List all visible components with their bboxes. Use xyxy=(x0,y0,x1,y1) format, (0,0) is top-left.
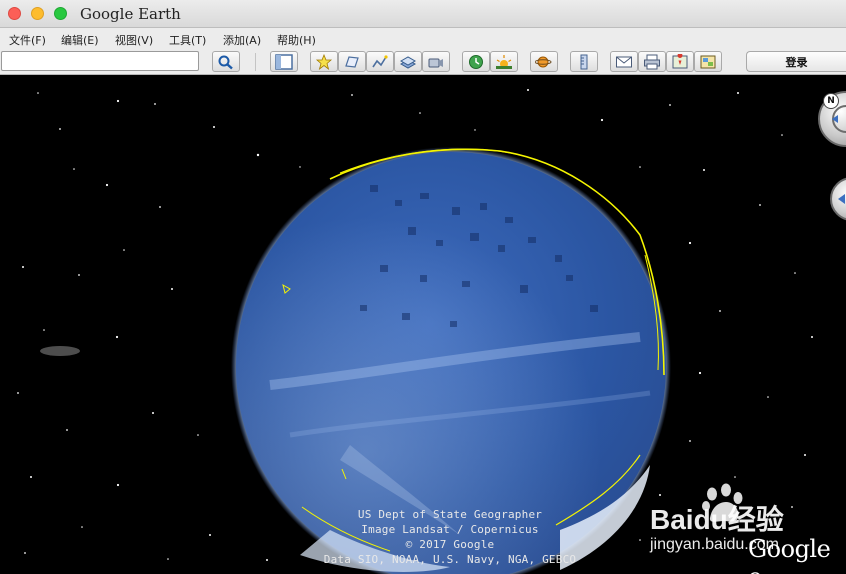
polygon-icon xyxy=(345,55,359,68)
menu-help[interactable]: 帮助(H) xyxy=(277,32,316,48)
placemark-icon xyxy=(315,53,333,70)
historical-imagery-button[interactable] xyxy=(462,51,490,72)
overlay-icon xyxy=(399,55,417,69)
sunlight-button[interactable] xyxy=(490,51,518,72)
print-button[interactable] xyxy=(638,51,666,72)
attribution-line: Data SIO, NOAA, U.S. Navy, NGA, GEBCO xyxy=(323,553,577,566)
menu-view[interactable]: 视图(V) xyxy=(115,32,153,48)
title-bar: Google Earth xyxy=(0,0,846,28)
toolbar-separator xyxy=(255,53,256,71)
toolbar: 登录 xyxy=(0,50,846,75)
sidebar-icon xyxy=(275,53,293,70)
login-button[interactable]: 登录 xyxy=(746,51,846,72)
switch-planet-button[interactable] xyxy=(530,51,558,72)
menu-file[interactable]: 文件(F) xyxy=(9,32,46,48)
nebula-smudge xyxy=(40,346,80,356)
move-arrows-icon xyxy=(838,194,845,204)
tour-icon xyxy=(428,58,443,67)
earth-viewport[interactable]: US Dept of State Geographer Image Landsa… xyxy=(0,75,846,574)
search-icon xyxy=(218,55,233,69)
view-in-maps-button[interactable] xyxy=(666,51,694,72)
sunlight-icon xyxy=(496,54,512,69)
menu-edit[interactable]: 编辑(E) xyxy=(61,32,99,48)
google-earth-logo: Google e xyxy=(748,535,831,574)
attribution-line: US Dept of State Geographer xyxy=(357,508,543,521)
planet-icon xyxy=(535,56,552,67)
close-window-button[interactable] xyxy=(8,7,21,20)
baidu-watermark: Baidu经验 xyxy=(650,504,784,535)
add-path-button[interactable] xyxy=(366,51,394,72)
attribution-line: © 2017 Google xyxy=(405,538,495,551)
move-navigation-control[interactable] xyxy=(830,177,846,221)
north-indicator[interactable]: N xyxy=(823,93,839,109)
print-icon xyxy=(644,54,660,69)
save-image-button[interactable] xyxy=(694,51,722,72)
email-button[interactable] xyxy=(610,51,638,72)
search-button[interactable] xyxy=(212,51,240,72)
menu-bar: 文件(F) 编辑(E) 视图(V) 工具(T) 添加(A) 帮助(H) xyxy=(0,28,846,50)
window-title: Google Earth xyxy=(80,5,181,23)
maps-icon xyxy=(672,53,688,68)
save-image-icon xyxy=(700,55,716,68)
path-icon xyxy=(372,54,388,67)
menu-tools[interactable]: 工具(T) xyxy=(169,32,206,48)
add-placemark-button[interactable] xyxy=(310,51,338,72)
minimize-window-button[interactable] xyxy=(31,7,44,20)
maximize-window-button[interactable] xyxy=(54,7,67,20)
history-icon xyxy=(469,54,483,69)
record-tour-button[interactable] xyxy=(422,51,450,72)
attribution-line: Image Landsat / Copernicus xyxy=(361,523,539,536)
email-icon xyxy=(616,56,632,67)
add-polygon-button[interactable] xyxy=(338,51,366,72)
sidebar-button[interactable] xyxy=(270,51,298,72)
menu-add[interactable]: 添加(A) xyxy=(223,32,261,48)
add-overlay-button[interactable] xyxy=(394,51,422,72)
ruler-button[interactable] xyxy=(570,51,598,72)
search-input[interactable] xyxy=(1,51,199,71)
ruler-icon xyxy=(580,54,588,69)
